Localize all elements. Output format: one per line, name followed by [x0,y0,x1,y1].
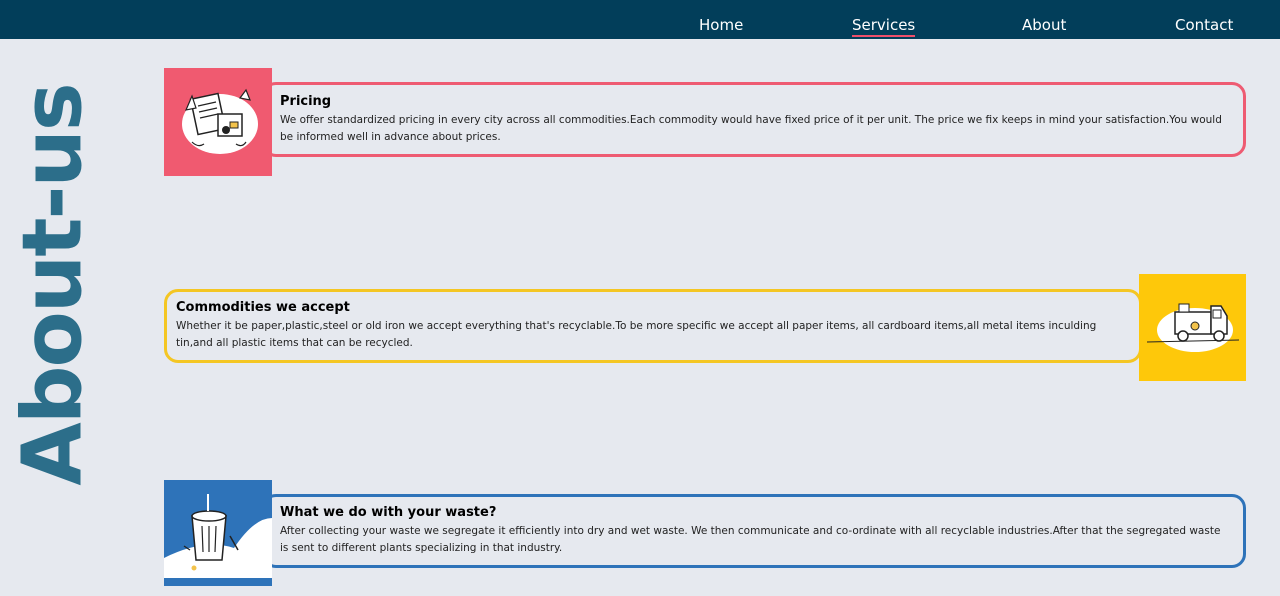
pricing-card: Pricing We offer standardized pricing in… [262,82,1246,157]
nav-about-link[interactable]: About [1022,16,1066,34]
nav-contact-link[interactable]: Contact [1175,16,1233,34]
pricing-illustration-icon [164,68,272,176]
side-title: About-us [6,84,102,486]
trash-bin-illustration-icon [164,480,272,586]
waste-card-title: What we do with your waste? [280,505,497,520]
pricing-card-text: We offer standardized pricing in every c… [280,114,1222,143]
waste-card: What we do with your waste? After collec… [262,494,1246,568]
pricing-card-title: Pricing [280,94,332,109]
navbar: Home Services About Contact [0,0,1280,39]
nav-services-link[interactable]: Services [852,16,916,37]
commodities-card-text: Whether it be paper,plastic,steel or old… [176,320,1097,349]
commodities-card-title: Commodities we accept [176,300,350,315]
nav-home-link[interactable]: Home [699,16,743,34]
side-title-container: About-us [6,40,102,530]
waste-card-text: After collecting your waste we segregate… [280,525,1221,554]
truck-illustration-icon [1139,274,1246,381]
commodities-card: Commodities we accept Whether it be pape… [164,289,1142,363]
